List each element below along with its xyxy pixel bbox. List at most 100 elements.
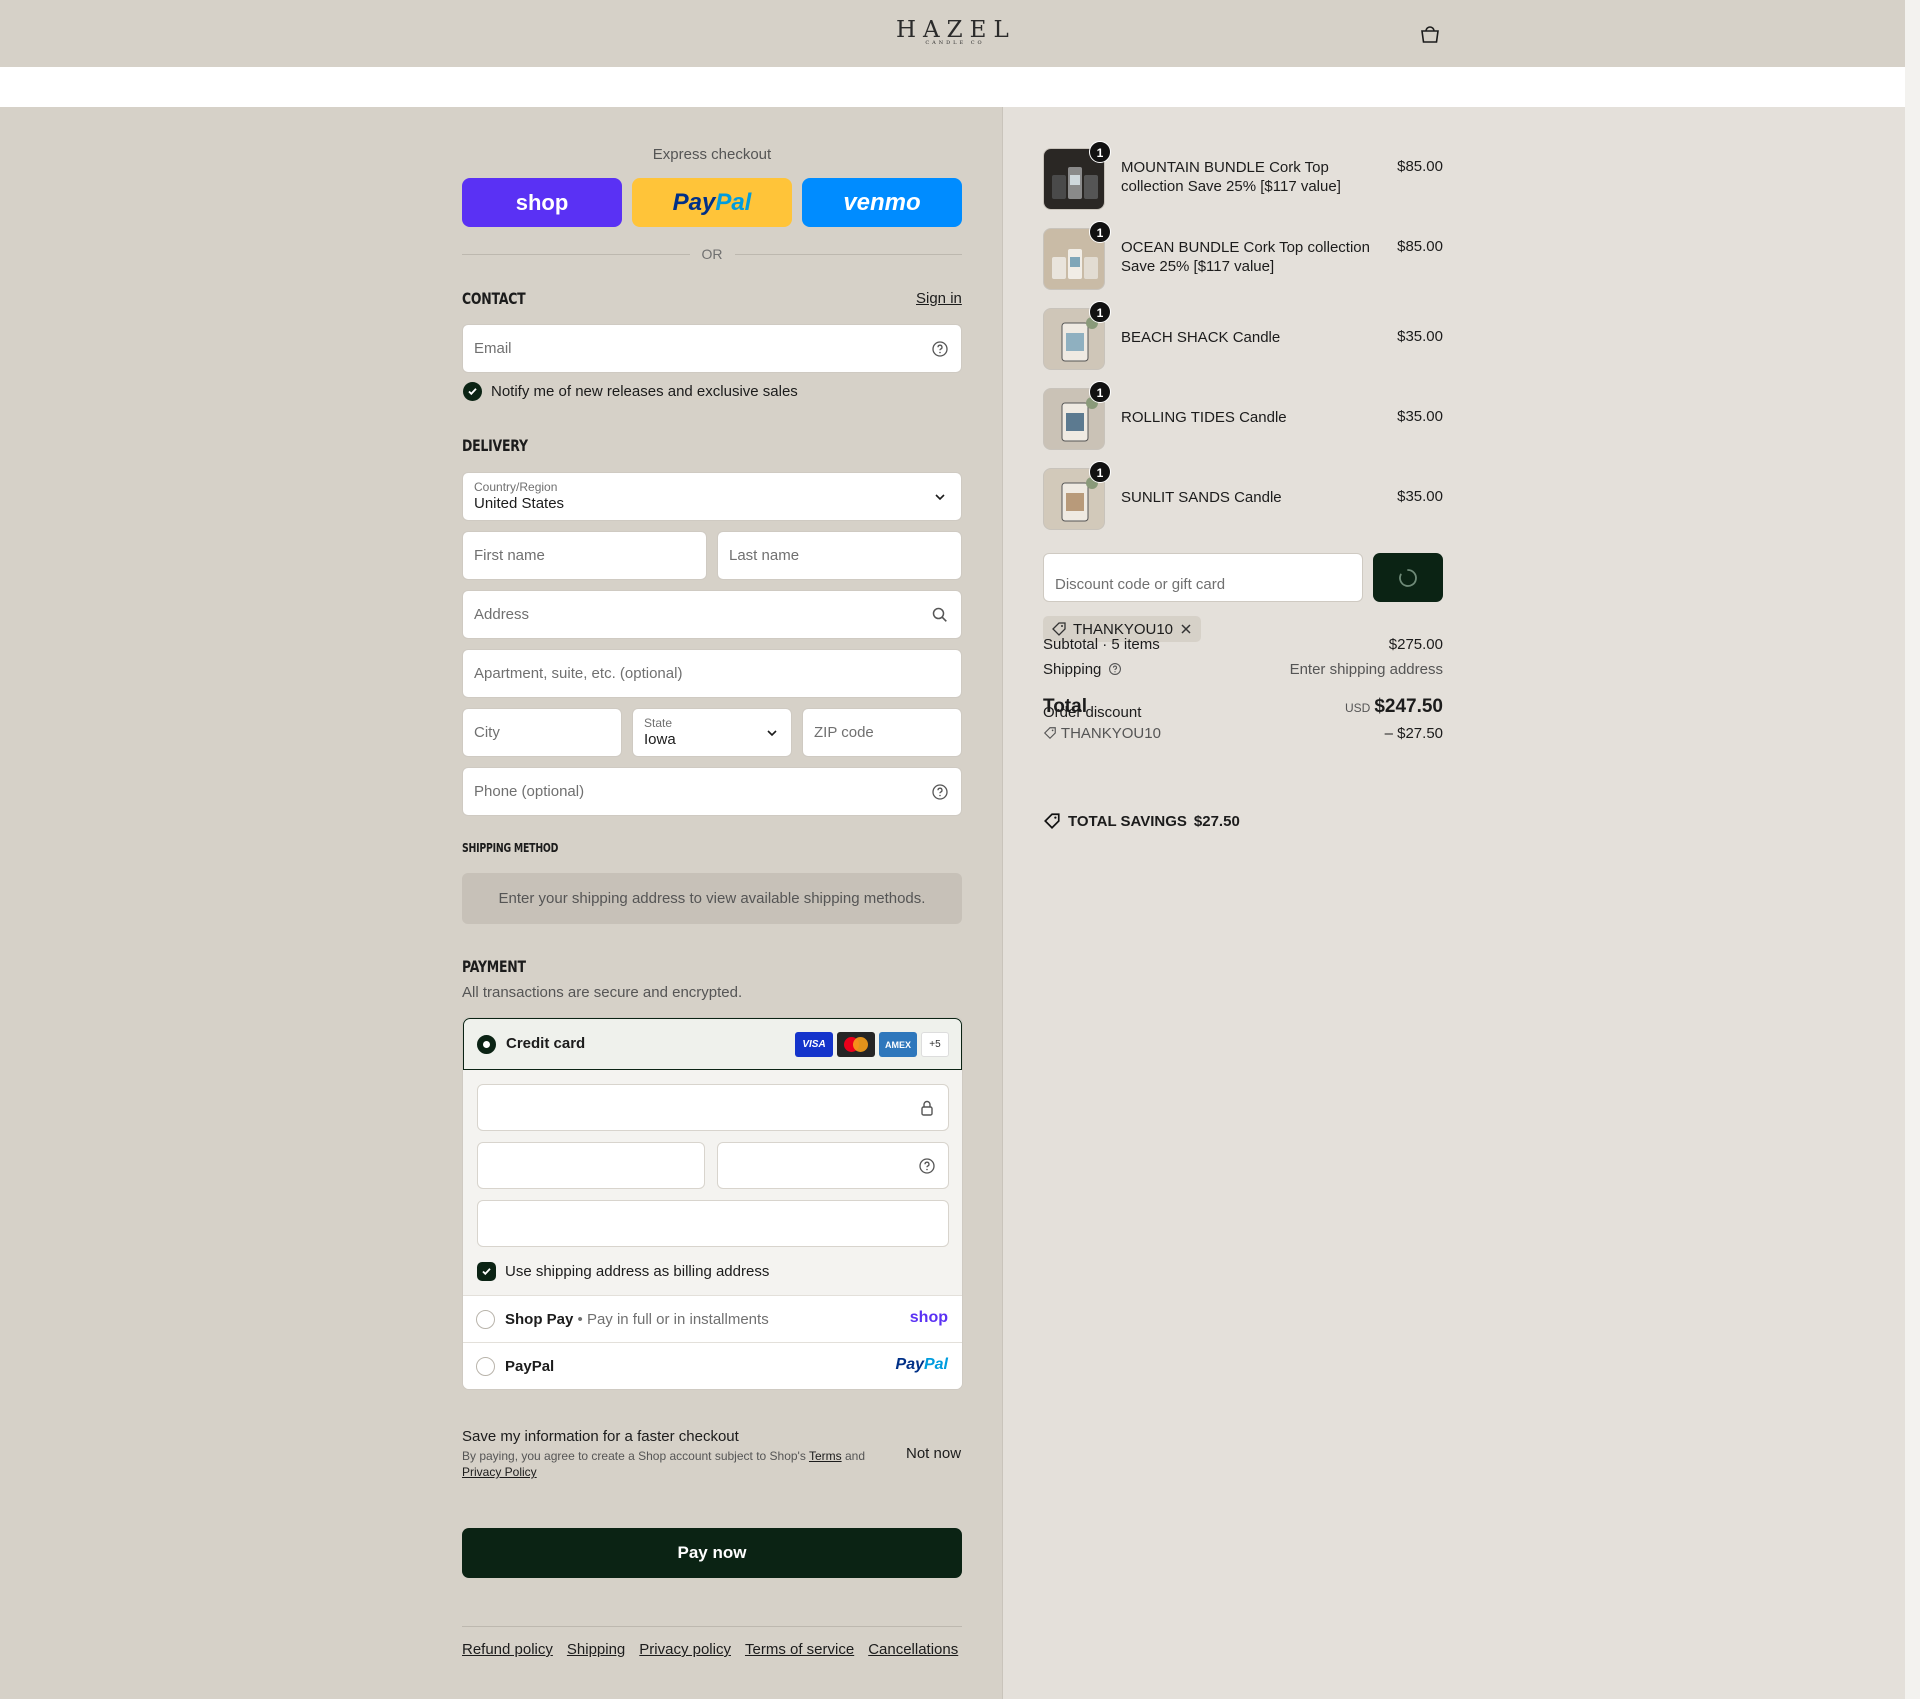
footer-links: Refund policy Shipping Privacy policy Te… (462, 1641, 958, 1658)
express-checkout-title: Express checkout (652, 146, 772, 163)
order-item: 1 ROLLING TIDES Candle $35.00 (1043, 381, 1443, 452)
order-discount-label: Order discount (1043, 704, 1142, 721)
last-name-placeholder: Last name (729, 547, 800, 564)
item-price: $35.00 (1397, 488, 1443, 505)
item-price: $85.00 (1397, 238, 1443, 255)
savings-value: $27.50 (1193, 812, 1240, 830)
total-savings: TOTAL SAVINGS $27.50 (1043, 812, 1240, 830)
pay-now-button[interactable]: Pay now (462, 1528, 962, 1578)
close-icon[interactable] (1179, 622, 1193, 636)
expiration-date-field[interactable] (477, 1142, 705, 1189)
notify-checkbox[interactable] (463, 382, 482, 401)
country-select[interactable]: Country/Region United States (462, 472, 962, 521)
item-price: $85.00 (1397, 158, 1443, 175)
shop-pay-express-button[interactable]: shop (462, 178, 622, 227)
shop-pay-option[interactable]: Shop Pay • Pay in full or in installment… (463, 1295, 962, 1342)
legal-text: By paying, you agree to create a Shop ac… (462, 1449, 809, 1463)
venmo-express-button[interactable]: venmo (802, 178, 962, 227)
paypal-brand-part2: Pal (923, 1356, 948, 1373)
help-icon[interactable] (1108, 662, 1122, 676)
shop-pay-radio[interactable] (476, 1310, 495, 1329)
shipping-link[interactable]: Shipping (567, 1641, 625, 1658)
applied-code: THANKYOU10 (1073, 620, 1174, 638)
state-label: State (644, 716, 673, 730)
order-item: 1 BEACH SHACK Candle $35.00 (1043, 301, 1443, 372)
item-name: OCEAN BUNDLE Cork Top collection Save 25… (1121, 239, 1370, 275)
privacy-policy-link[interactable]: Privacy Policy (462, 1465, 537, 1479)
discount-placeholder: Discount code or gift card (1055, 576, 1226, 593)
help-icon[interactable] (931, 783, 949, 801)
top-banner-strip (0, 67, 1905, 107)
venmo-logo-text: venmo (843, 188, 921, 216)
store-logo[interactable]: HAZEL CANDLE CO (896, 18, 1014, 46)
billing-checkbox-row[interactable]: Use shipping address as billing address (477, 1262, 769, 1281)
address-field[interactable]: Address (462, 590, 962, 639)
discount-code-input[interactable]: Discount code or gift card (1043, 553, 1363, 602)
credit-card-label: Credit card (506, 1035, 586, 1052)
cancellations-link[interactable]: Cancellations (868, 1641, 958, 1658)
checkmark-icon (482, 1268, 491, 1276)
name-on-card-field[interactable] (477, 1200, 949, 1247)
or-divider: OR (462, 246, 962, 262)
item-name: ROLLING TIDES Candle (1121, 409, 1287, 426)
apartment-field[interactable]: Apartment, suite, etc. (optional) (462, 649, 962, 698)
city-field[interactable]: City (462, 708, 622, 757)
help-icon[interactable] (931, 340, 949, 358)
billing-checkbox[interactable] (477, 1262, 496, 1281)
first-name-placeholder: First name (474, 547, 545, 564)
amex-logo: AMEX (879, 1032, 917, 1057)
subtotal-value: $275.00 (1388, 636, 1443, 653)
divider-line (734, 253, 962, 255)
state-value: Iowa (644, 731, 676, 748)
first-name-field[interactable]: First name (462, 531, 707, 580)
apply-discount-button[interactable] (1373, 553, 1443, 602)
terms-of-service-link[interactable]: Terms of service (745, 1641, 854, 1658)
loading-spinner-icon (1399, 568, 1417, 587)
item-name: SUNLIT SANDS Candle (1121, 489, 1282, 506)
help-icon[interactable] (918, 1157, 936, 1175)
discount-code-row: THANKYOU10 – $27.50 (1043, 725, 1443, 742)
logo-main-text: HAZEL (896, 17, 1016, 43)
sign-in-link[interactable]: Sign in (916, 290, 962, 307)
subtotal-row: Subtotal · 5 items $275.00 (1043, 636, 1443, 653)
quantity-badge: 1 (1089, 301, 1111, 323)
credit-card-option[interactable]: Credit card VISA AMEX +5 (463, 1018, 962, 1070)
scrollbar[interactable] (1905, 0, 1920, 1699)
or-label: OR (701, 246, 723, 262)
credit-card-radio[interactable] (477, 1035, 496, 1054)
state-select[interactable]: State Iowa (632, 708, 792, 757)
bag-icon[interactable] (1419, 24, 1441, 44)
card-number-field[interactable] (477, 1084, 949, 1131)
discount-code-label: THANKYOU10 (1060, 725, 1161, 742)
terms-link[interactable]: Terms (809, 1449, 842, 1463)
country-label: Country/Region (474, 480, 558, 494)
paypal-option[interactable]: PayPal PayPal (463, 1342, 962, 1389)
phone-placeholder: Phone (optional) (474, 783, 585, 800)
checkmark-icon (468, 388, 477, 396)
not-now-button[interactable]: Not now (906, 1445, 961, 1462)
notify-checkbox-row[interactable]: Notify me of new releases and exclusive … (463, 382, 798, 401)
paypal-brand-part1: Pay (895, 1356, 924, 1373)
express-checkout-buttons: shop Pay Pal venmo (462, 178, 962, 227)
footer-divider (462, 1626, 962, 1627)
zip-field[interactable]: ZIP code (802, 708, 962, 757)
search-icon (932, 607, 947, 622)
legal-and: and (841, 1449, 865, 1463)
paypal-express-button[interactable]: Pay Pal (632, 178, 792, 227)
privacy-policy-footer-link[interactable]: Privacy policy (639, 1641, 731, 1658)
paypal-logo-part1: Pay (672, 188, 716, 216)
shop-pay-label: Shop Pay (505, 1311, 574, 1328)
more-card-brands: +5 (921, 1032, 949, 1057)
paypal-radio[interactable] (476, 1357, 495, 1376)
refund-policy-link[interactable]: Refund policy (462, 1641, 553, 1658)
security-code-field[interactable] (717, 1142, 949, 1189)
shipping-method-heading: SHIPPING METHOD (462, 841, 559, 855)
last-name-field[interactable]: Last name (717, 531, 962, 580)
visa-logo: VISA (795, 1032, 833, 1057)
delivery-heading: DELIVERY (462, 436, 528, 455)
email-field[interactable]: Email (462, 324, 962, 373)
shipping-label: Shipping (1043, 661, 1102, 678)
shipping-value: Enter shipping address (1289, 661, 1443, 678)
tag-icon (1052, 622, 1066, 636)
phone-field[interactable]: Phone (optional) (462, 767, 962, 816)
